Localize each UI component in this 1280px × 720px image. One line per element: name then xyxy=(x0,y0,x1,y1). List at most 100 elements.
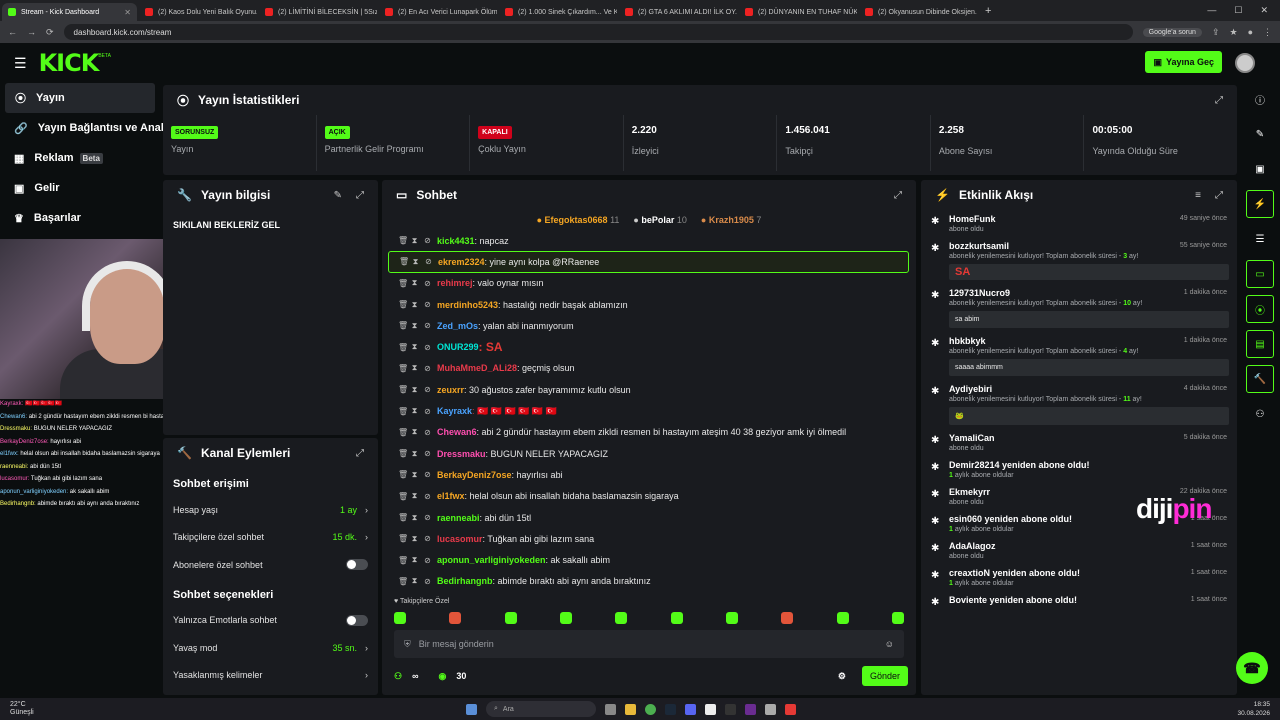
delete-icon[interactable]: 🗑 xyxy=(398,407,408,416)
emote-icon[interactable] xyxy=(449,612,462,624)
delete-icon[interactable]: 🗑 xyxy=(398,556,408,565)
timeout-icon[interactable]: ⧗ xyxy=(411,278,418,288)
valorant-icon[interactable] xyxy=(785,703,796,715)
kick-logo[interactable]: KICK xyxy=(39,49,100,77)
follower-only-row[interactable]: Takipçilere özel sohbet 15 dk. › xyxy=(163,524,378,552)
ban-icon[interactable]: ⊘ xyxy=(424,385,431,394)
emote-icon[interactable] xyxy=(504,612,517,624)
monitor-icon[interactable]: ▣ xyxy=(1246,155,1274,183)
chat-input[interactable]: ⛨ Bir mesaj gönderin ☺ xyxy=(394,630,904,658)
timeout-icon[interactable]: ⧗ xyxy=(412,257,419,267)
delete-icon[interactable]: 🗑 xyxy=(398,470,408,479)
feed-name[interactable]: Demir28214 yeniden abone oldu! xyxy=(949,460,1229,470)
top-gifter[interactable]: ● Efegoktas0668 11 xyxy=(537,215,620,225)
emote-icon[interactable] xyxy=(394,612,406,624)
share-icon[interactable]: ⇪ xyxy=(1212,27,1220,38)
browser-tab[interactable]: (2) Okyanusun Dibinde Oksijen...✕ xyxy=(859,3,977,21)
expand-icon[interactable]: ⤢ xyxy=(356,190,364,201)
minimize-icon[interactable]: — xyxy=(1207,5,1216,16)
back-icon[interactable]: ← xyxy=(8,27,17,37)
ban-icon[interactable]: ⊘ xyxy=(424,470,431,479)
ban-icon[interactable]: ⊘ xyxy=(424,364,431,373)
forward-icon[interactable]: → xyxy=(27,27,36,37)
ban-icon[interactable]: ⊘ xyxy=(424,556,431,565)
windows-start-icon[interactable] xyxy=(466,703,477,715)
timeout-icon[interactable]: ⧗ xyxy=(411,385,418,395)
ban-icon[interactable]: ⊘ xyxy=(424,577,431,586)
reload-icon[interactable]: ⟳ xyxy=(46,27,54,38)
sidebar-item-stream-key[interactable]: 🔗 Yayın Bağlantısı ve Anahtarı xyxy=(0,113,185,143)
video-icon[interactable]: ▤ xyxy=(1246,330,1274,358)
chat-username[interactable]: ekrem2324 xyxy=(438,257,485,267)
discord-icon[interactable] xyxy=(685,703,696,715)
url-field[interactable]: dashboard.kick.com/stream xyxy=(63,24,1133,40)
chat-username[interactable]: Bedirhangnb xyxy=(437,576,493,586)
timeout-icon[interactable]: ⧗ xyxy=(411,406,418,416)
ban-icon[interactable]: ⊘ xyxy=(424,236,431,245)
timeout-icon[interactable]: ⧗ xyxy=(411,555,418,565)
ban-icon[interactable]: ⊘ xyxy=(424,428,431,437)
timeout-icon[interactable]: ⧗ xyxy=(411,342,418,352)
chat-username[interactable]: rehimrej xyxy=(437,278,473,288)
google-ask-button[interactable]: Google'a sorun xyxy=(1142,27,1202,37)
send-button[interactable]: Gönder xyxy=(861,666,908,686)
ban-icon[interactable]: ⊘ xyxy=(424,300,431,309)
delete-icon[interactable]: 🗑 xyxy=(398,577,408,586)
delete-icon[interactable]: 🗑 xyxy=(398,492,408,501)
delete-icon[interactable]: 🗑 xyxy=(398,279,408,288)
browser-tab[interactable]: Stream - Kick Dashboard ✕ xyxy=(2,3,137,21)
sidebar-item-revenue[interactable]: ▣ Gelir xyxy=(0,173,160,203)
timeout-icon[interactable]: ⧗ xyxy=(411,363,418,373)
profile-icon[interactable]: ● xyxy=(1248,27,1253,37)
filter-icon[interactable]: ≡ xyxy=(1195,190,1201,201)
people-icon[interactable]: ⚇ xyxy=(1246,400,1274,428)
account-age-row[interactable]: Hesap yaşı 1 ay › xyxy=(163,496,378,524)
delete-icon[interactable]: 🗑 xyxy=(398,321,408,330)
steam-icon[interactable] xyxy=(665,703,676,715)
weather-widget[interactable]: 22°C Güneşli xyxy=(10,701,34,717)
new-tab-icon[interactable]: + xyxy=(977,5,999,21)
timeout-icon[interactable]: ⧗ xyxy=(411,449,418,459)
chat-username[interactable]: lucasomur xyxy=(437,534,483,544)
settings-gear-icon[interactable]: ⚙ xyxy=(838,671,846,682)
ban-icon[interactable]: ⊘ xyxy=(424,343,431,352)
delete-icon[interactable]: 🗑 xyxy=(398,236,408,245)
chat-username[interactable]: Kayraxk xyxy=(437,406,472,416)
browser-tab[interactable]: (2) En Acı Verici Lunapark Ölüm...✕ xyxy=(379,3,497,21)
emote-icon[interactable] xyxy=(836,612,849,624)
browser-tab[interactable]: (2) GTA 6 AKLIMI ALDI! İLK OY...✕ xyxy=(619,3,737,21)
settings-icon[interactable] xyxy=(765,703,776,715)
emote-only-toggle[interactable] xyxy=(346,614,368,626)
chrome-icon[interactable] xyxy=(645,703,656,715)
ban-icon[interactable]: ⊘ xyxy=(424,492,431,501)
list-icon[interactable]: ☰ xyxy=(1246,225,1274,253)
chat-username[interactable]: aponun_varliginiyokeden xyxy=(437,555,546,565)
broadcast-icon[interactable]: ⦿ xyxy=(1246,295,1274,323)
delete-icon[interactable]: 🗑 xyxy=(398,534,408,543)
ban-icon[interactable]: ⊘ xyxy=(424,513,431,522)
emote-icon[interactable] xyxy=(891,612,904,624)
info-icon[interactable]: ⓘ xyxy=(1246,85,1274,113)
expand-icon[interactable]: ⤢ xyxy=(1215,95,1223,106)
sidebar-item-stream[interactable]: ⦿ Yayın xyxy=(5,83,155,113)
close-window-icon[interactable]: ✕ xyxy=(1260,5,1268,16)
timeout-icon[interactable]: ⧗ xyxy=(411,300,418,310)
avatar[interactable] xyxy=(1235,53,1255,73)
delete-icon[interactable]: 🗑 xyxy=(398,385,408,394)
chat-username[interactable]: Chewan6 xyxy=(437,427,477,437)
emote-icon[interactable] xyxy=(725,612,738,624)
slow-mode-row[interactable]: Yavaş mod 35 sn. › xyxy=(163,634,378,662)
edit-icon[interactable]: ✎ xyxy=(1246,120,1274,148)
notepad-icon[interactable] xyxy=(705,703,716,715)
chat-username[interactable]: BerkayDeniz7ose xyxy=(437,470,512,480)
chat-username[interactable]: el1fwx xyxy=(437,491,465,501)
lightning-icon[interactable]: ⚡ xyxy=(1246,190,1274,218)
close-tab-icon[interactable]: ✕ xyxy=(124,8,131,17)
delete-icon[interactable]: 🗑 xyxy=(398,513,408,522)
hamburger-menu-icon[interactable]: ☰ xyxy=(14,55,27,72)
timeout-icon[interactable]: ⧗ xyxy=(411,576,418,586)
chat-icon[interactable]: ▭ xyxy=(1246,260,1274,288)
delete-icon[interactable]: 🗑 xyxy=(398,343,408,352)
chat-username[interactable]: zeuxrr xyxy=(437,385,464,395)
ban-icon[interactable]: ⊘ xyxy=(424,279,431,288)
